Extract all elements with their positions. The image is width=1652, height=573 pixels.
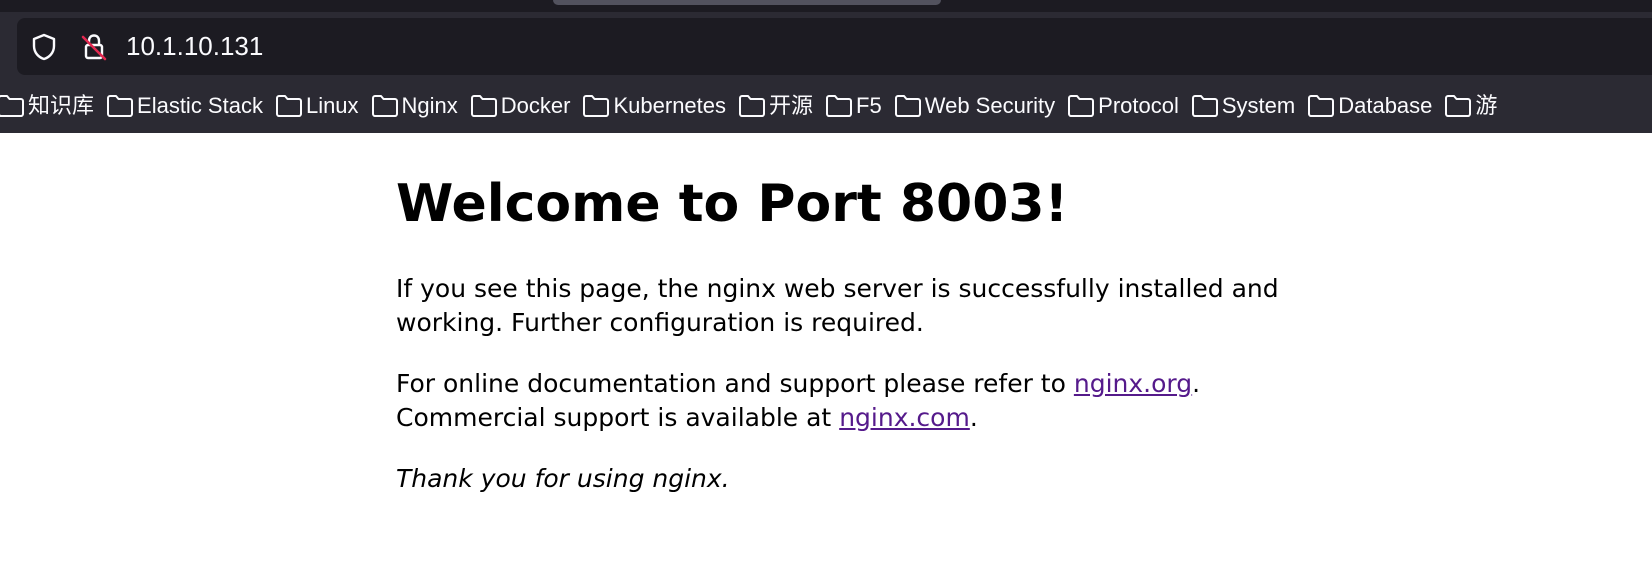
bookmark-label: 游 — [1475, 93, 1498, 118]
bookmark-item[interactable]: Kubernetes — [581, 93, 726, 119]
folder-icon — [1443, 93, 1473, 119]
folder-icon — [737, 93, 767, 119]
bookmark-item[interactable]: Web Security — [893, 93, 1055, 119]
bookmark-item[interactable]: System — [1190, 93, 1295, 119]
bookmarks-toolbar: 知识库 Elastic Stack Linux Nginx Docker Kubernet… — [0, 86, 1508, 126]
folder-icon — [274, 93, 304, 119]
tab-strip — [0, 0, 1652, 12]
url-text[interactable]: 10.1.10.131 — [126, 30, 263, 62]
folder-icon — [893, 93, 923, 119]
folder-icon — [824, 93, 854, 119]
bookmark-label: System — [1221, 93, 1296, 118]
support-punct: . — [1192, 369, 1201, 398]
bookmark-item[interactable]: Nginx — [370, 93, 458, 119]
support-paragraph: For online documentation and support ple… — [396, 367, 1296, 435]
bookmark-label: Linux — [305, 93, 359, 118]
bookmark-item[interactable]: Database — [1306, 93, 1432, 119]
thanks-text: Thank you for using nginx. — [396, 464, 730, 493]
bookmark-label: Kubernetes — [613, 93, 727, 118]
folder-icon — [581, 93, 611, 119]
bookmark-label: 开源 — [769, 93, 814, 118]
thanks-paragraph: Thank you for using nginx. — [396, 462, 1296, 496]
bookmark-label: Web Security — [924, 93, 1056, 118]
bookmark-item[interactable]: 知识库 — [0, 93, 94, 119]
bookmark-label: Docker — [500, 93, 571, 118]
bookmark-label: Database — [1338, 93, 1433, 118]
shield-icon[interactable] — [28, 31, 60, 63]
page-title: Welcome to Port 8003! — [396, 174, 1069, 234]
bookmark-item[interactable]: F5 — [824, 93, 882, 119]
bookmark-item[interactable]: Elastic Stack — [105, 93, 263, 119]
insecure-lock-icon[interactable] — [78, 31, 110, 63]
bookmark-item[interactable]: Linux — [274, 93, 359, 119]
bookmark-item[interactable]: 开源 — [737, 93, 813, 119]
bookmark-label: Elastic Stack — [137, 93, 263, 118]
bookmark-item[interactable]: 游 — [1443, 93, 1497, 119]
folder-icon — [1190, 93, 1220, 119]
bookmark-item[interactable]: Docker — [469, 93, 571, 119]
bookmark-item[interactable]: Protocol — [1066, 93, 1179, 119]
bookmark-label: 知识库 — [28, 93, 95, 118]
intro-paragraph: If you see this page, the nginx web serv… — [396, 274, 1279, 337]
page-content: Welcome to Port 8003! If you see this pa… — [396, 168, 1296, 523]
support-text: For online documentation and support ple… — [396, 369, 1074, 398]
active-tab[interactable] — [553, 0, 941, 5]
folder-icon — [105, 93, 135, 119]
commercial-text: Commercial support is available at — [396, 403, 840, 432]
folder-icon — [1306, 93, 1336, 119]
browser-chrome: 10.1.10.131 知识库 Elastic Stack Linux Nginx Do… — [0, 0, 1652, 133]
folder-icon — [0, 93, 26, 119]
bookmark-label: F5 — [856, 93, 882, 118]
folder-icon — [469, 93, 499, 119]
bookmark-label: Protocol — [1098, 93, 1179, 118]
address-bar[interactable]: 10.1.10.131 — [17, 18, 1652, 75]
nginx-com-link[interactable]: nginx.com — [839, 403, 970, 432]
commercial-punct: . — [969, 403, 978, 432]
nginx-org-link[interactable]: nginx.org — [1074, 369, 1192, 398]
bookmark-label: Nginx — [401, 93, 458, 118]
folder-icon — [370, 93, 400, 119]
folder-icon — [1066, 93, 1096, 119]
